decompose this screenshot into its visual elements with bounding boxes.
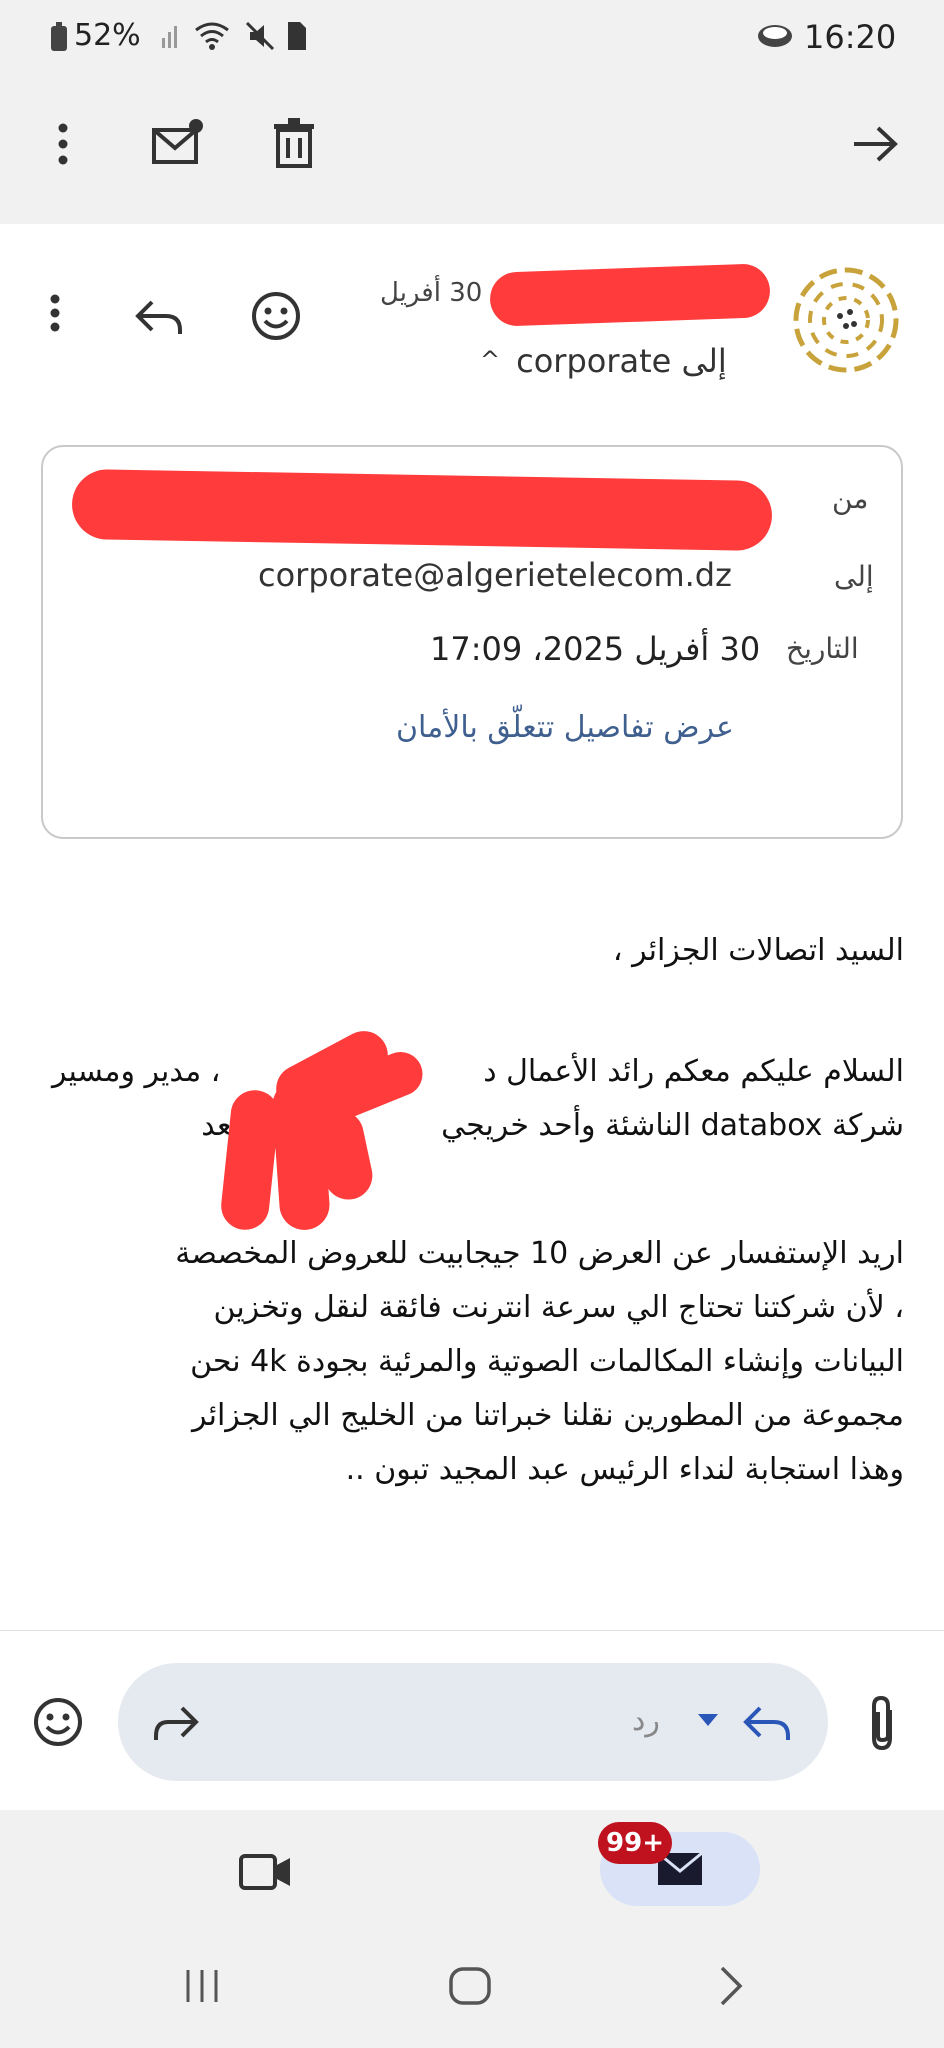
signal-icon <box>160 22 184 50</box>
body-paragraph-1: السلام عليكم معكم رائد الأعمال د ، مدير … <box>52 1045 904 1153</box>
email-toolbar <box>0 72 944 224</box>
dropdown-caret-icon[interactable] <box>696 1712 720 1728</box>
sender-name-redaction <box>489 263 771 327</box>
para2-line-3: البيانات وإنشاء المكالمات الصوتية والمرئ… <box>190 1344 904 1379</box>
email-date: 30 أفريل <box>380 278 483 308</box>
reply-box[interactable] <box>118 1663 828 1781</box>
para1-line-2: شركة databox الناشئة وأحد خريجي ..أما بع… <box>52 1099 904 1153</box>
para2-line-5: وهذا استجابة لنداء الرئيس عبد المجيد تبو… <box>345 1452 904 1487</box>
unread-count-badge: 99+ <box>598 1822 672 1864</box>
battery-percentage: 52% <box>74 18 141 53</box>
para1-line-1: السلام عليكم معكم رائد الأعمال د ، مدير … <box>52 1045 904 1099</box>
chevron-up-icon: ^ <box>480 346 501 374</box>
sync-icon <box>756 22 794 50</box>
mute-icon <box>244 20 276 52</box>
recipient-summary-toggle[interactable]: ^ إلى corporate <box>480 342 727 380</box>
sim-card-icon <box>286 20 308 52</box>
reply-icon[interactable] <box>134 296 184 336</box>
bottom-navigation <box>0 1810 944 2048</box>
forward-icon[interactable] <box>152 1702 200 1742</box>
forward-arrow-icon[interactable] <box>850 124 900 164</box>
meet-video-icon[interactable] <box>238 1850 294 1894</box>
security-details-link[interactable]: عرض تفاصيل تتعلّق بالأمان <box>396 710 734 745</box>
body-paragraph-2: اريد الإستفسار عن العرض 10 جيجابيت للعرو… <box>52 1227 904 1497</box>
to-label: إلى <box>834 560 874 593</box>
more-vert-icon[interactable] <box>46 120 80 168</box>
para1-line1-part1: السلام عليكم معكم رائد الأعمال د <box>483 1054 904 1089</box>
wifi-icon <box>194 20 230 52</box>
para1-line2-part2: الناشئة وأحد خريجي <box>441 1108 692 1143</box>
to-email: corporate@algerietelecom.dz <box>258 556 732 594</box>
back-chevron-icon[interactable] <box>718 1964 746 2008</box>
delete-icon[interactable] <box>272 118 316 168</box>
from-label: من <box>832 482 869 515</box>
more-options-icon[interactable] <box>40 292 70 334</box>
recent-apps-icon[interactable] <box>182 1968 222 2004</box>
emoji-icon[interactable] <box>32 1696 84 1748</box>
greeting: السيد اتصالات الجزائر ، <box>612 933 904 968</box>
reply-arrow-icon[interactable] <box>742 1702 792 1742</box>
para2-line-4: مجموعة من المطورين نقلنا خبراتنا من الخل… <box>192 1398 904 1433</box>
recipient-summary: إلى corporate <box>516 342 727 380</box>
sender-email-redaction <box>71 468 773 552</box>
status-bar: 52% 16:20 <box>0 0 944 72</box>
para1-line2-part1: شركة <box>831 1108 904 1143</box>
mark-unread-icon[interactable] <box>150 118 206 168</box>
home-icon[interactable] <box>448 1966 492 2006</box>
emoji-reaction-icon[interactable] <box>250 290 302 342</box>
clock: 16:20 <box>804 18 897 56</box>
sender-avatar[interactable] <box>792 266 900 374</box>
company-name: databox <box>700 1108 823 1143</box>
para1-line1-part2: ، مدير ومسير <box>52 1054 221 1089</box>
para2-line-2: ، لأن شركتنا تحتاج الي سرعة انترنت فائقة… <box>213 1290 904 1325</box>
attachment-icon[interactable] <box>866 1694 898 1754</box>
date-value: 30 أفريل 2025، 17:09 <box>430 630 761 668</box>
para2-line-1: اريد الإستفسار عن العرض 10 جيجابيت للعرو… <box>175 1236 904 1271</box>
reply-placeholder[interactable]: رد <box>632 1703 660 1738</box>
battery-icon <box>50 22 68 52</box>
date-label: التاريخ <box>786 632 859 665</box>
